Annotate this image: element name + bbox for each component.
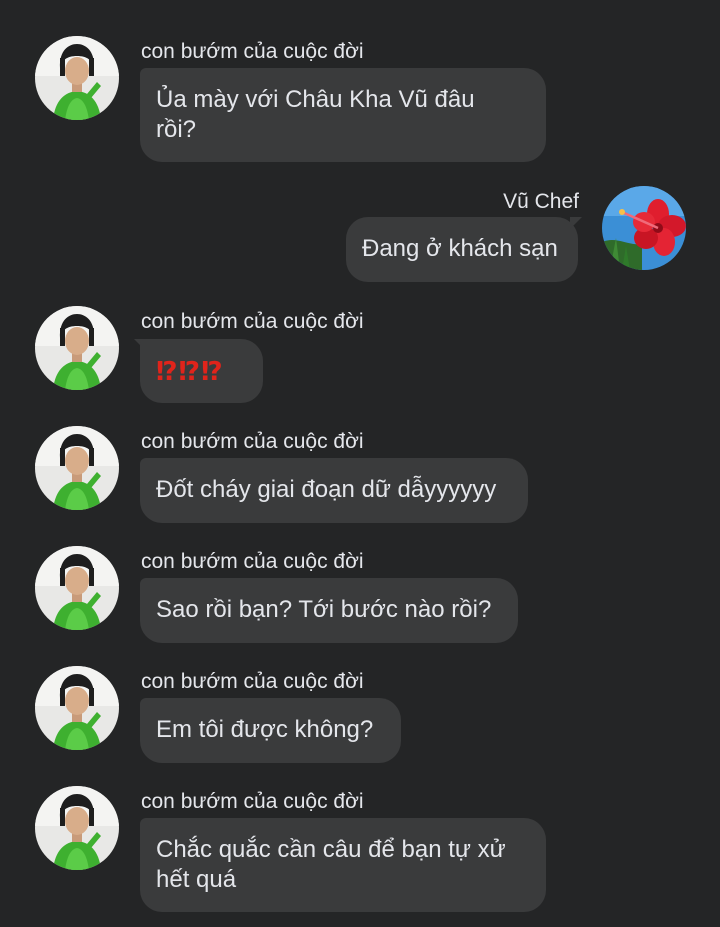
message-bubble[interactable]: Đốt cháy giai đoạn dữ dẫyyyyyy <box>140 458 528 523</box>
message-text-line: rồi? <box>156 116 197 143</box>
message-text-line: Ủa mày với Châu Kha Vũ đâu <box>156 86 475 113</box>
sender-name: con bướm của cuộc đời <box>141 40 364 63</box>
message-bubble[interactable]: Em tôi được không? <box>140 698 401 763</box>
person-avatar-icon[interactable] <box>35 36 119 120</box>
sender-name: con bướm của cuộc đời <box>141 790 364 813</box>
message-text: Đốt cháy giai đoạn dữ dẫyyyyyy <box>156 476 497 503</box>
message-text-line: hết quá <box>156 866 237 893</box>
message-text: Đang ở khách sạn <box>362 235 558 262</box>
person-avatar-icon[interactable] <box>35 666 119 750</box>
message-bubble[interactable]: Đang ở khách sạn <box>346 217 578 282</box>
message-text-line: Chắc quắc cần câu để bạn tự xử <box>156 836 506 863</box>
sender-name: Vũ Chef <box>503 190 579 213</box>
person-avatar-icon[interactable] <box>35 306 119 390</box>
person-avatar-icon[interactable] <box>35 426 119 510</box>
message-bubble[interactable]: Chắc quắc cần câu để bạn tự xử hết quá <box>140 818 546 912</box>
sender-name: con bướm của cuộc đời <box>141 550 364 573</box>
message-text: ⁉⁉⁉ <box>156 356 224 386</box>
person-avatar-icon[interactable] <box>35 546 119 630</box>
message-bubble[interactable]: Sao rồi bạn? Tới bước nào rồi? <box>140 578 518 643</box>
sender-name: con bướm của cuộc đời <box>141 670 364 693</box>
message-bubble[interactable]: ⁉⁉⁉ <box>140 339 263 403</box>
sender-name: con bướm của cuộc đời <box>141 310 364 333</box>
message-bubble[interactable]: Ủa mày với Châu Kha Vũ đâu rồi? <box>140 68 546 162</box>
message-text: Sao rồi bạn? Tới bước nào rồi? <box>156 596 492 623</box>
message-text: Em tôi được không? <box>156 716 374 743</box>
sender-name: con bướm của cuộc đời <box>141 430 364 453</box>
person-avatar-icon[interactable] <box>35 786 119 870</box>
bubble-tail <box>570 217 582 229</box>
hibiscus-flower-avatar-icon[interactable] <box>602 186 686 270</box>
